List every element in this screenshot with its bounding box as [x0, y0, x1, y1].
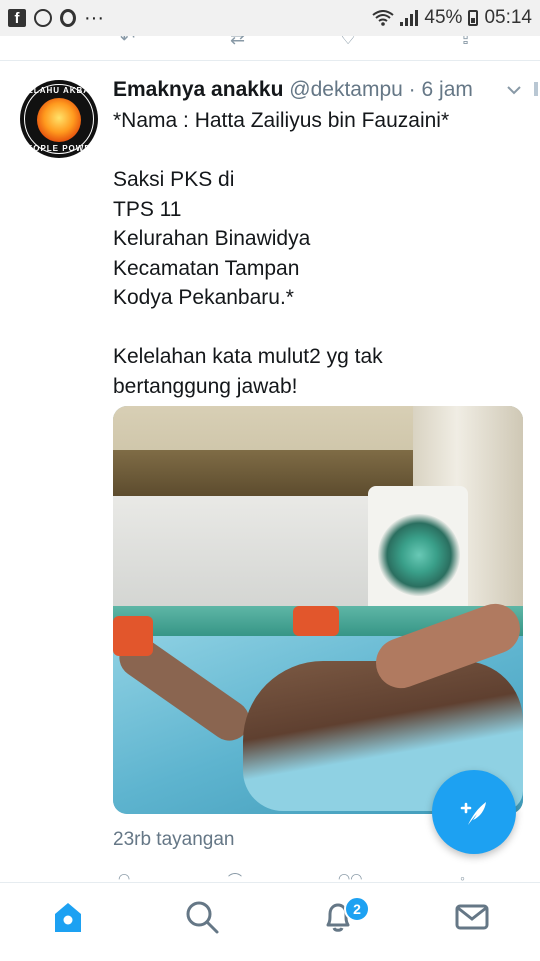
share-icon[interactable]: ◦: [460, 872, 465, 882]
tweet-line: Kodya Pekanbaru.*: [113, 286, 294, 309]
bottom-tab-bar: [0, 882, 540, 961]
share-icon[interactable]: ⇪: [458, 36, 473, 49]
display-name[interactable]: Emaknya anakku: [113, 78, 283, 101]
tweet-photo[interactable]: [113, 406, 523, 814]
messages-icon[interactable]: [452, 897, 492, 937]
status-bar: f ··· 45% 05:14: [0, 0, 540, 36]
chevron-down-icon[interactable]: [506, 82, 522, 98]
header-separator: ·: [408, 78, 416, 101]
previous-tweet-actions: ↶ ⇄ ♡ ⇪: [0, 36, 540, 58]
status-left: f ···: [8, 7, 104, 30]
tweet-line: bertanggung jawab!: [113, 374, 298, 398]
signal-icon: [400, 10, 419, 26]
like-icon[interactable]: ◠◠: [338, 872, 362, 882]
tweet-divider: [0, 60, 540, 61]
like-icon[interactable]: ♡: [340, 36, 356, 49]
status-right: 45% 05:14: [372, 7, 532, 29]
home-icon[interactable]: [48, 897, 88, 937]
fist-icon: [37, 98, 81, 142]
tweet-line: Kelelahan kata mulut2 yg tak: [113, 345, 383, 368]
avatar[interactable]: ALLAHU AKBAR PEOPLE POWER: [20, 80, 98, 158]
battery-icon: [468, 10, 479, 26]
wifi-icon: [372, 10, 395, 26]
notification-badge: 2: [344, 896, 370, 922]
tweet-text: *Nama : Hatta Zailiyus bin Fauzaini* Sak…: [113, 106, 523, 401]
tweet-header: Emaknya anakku @dektampu · 6 jam: [113, 78, 473, 102]
view-count: 23rb tayangan: [113, 829, 235, 850]
search-icon[interactable]: [182, 897, 222, 937]
scroll-indicator: [534, 82, 538, 96]
user-handle[interactable]: @dektampu: [289, 78, 403, 101]
avatar-text-bottom: PEOPLE POWER: [20, 144, 98, 153]
opera-icon: [60, 9, 76, 27]
battery-percent: 45%: [424, 7, 463, 28]
reply-icon[interactable]: ↶: [120, 36, 135, 49]
photo-strap: [113, 616, 153, 656]
whatsapp-icon: [34, 9, 52, 27]
tweet-actions: ◠ ⌒ ◠◠ ◦: [0, 872, 540, 882]
more-notifications-indicator: ···: [84, 6, 104, 29]
photo-fan-grill: [378, 514, 460, 596]
avatar-text-top: ALLAHU AKBAR: [21, 86, 97, 95]
compose-feather-icon: [460, 802, 486, 825]
clock: 05:14: [484, 7, 532, 28]
compose-tweet-button[interactable]: [432, 770, 516, 854]
tweet-line: TPS 11: [113, 197, 182, 221]
tweet-time[interactable]: 6 jam: [422, 78, 473, 101]
tweet-line: Saksi PKS di: [113, 168, 235, 191]
retweet-icon[interactable]: ⇄: [230, 36, 245, 49]
reply-icon[interactable]: ◠: [118, 872, 130, 882]
tweet-line: Kelurahan Binawidya: [113, 227, 311, 250]
retweet-icon[interactable]: ⌒: [228, 872, 242, 882]
facebook-icon: f: [8, 9, 26, 27]
tweet-line: *Nama : Hatta Zailiyus bin Fauzaini*: [113, 109, 450, 132]
tweet-line: Kecamatan Tampan: [113, 256, 300, 280]
photo-strap: [293, 606, 339, 636]
